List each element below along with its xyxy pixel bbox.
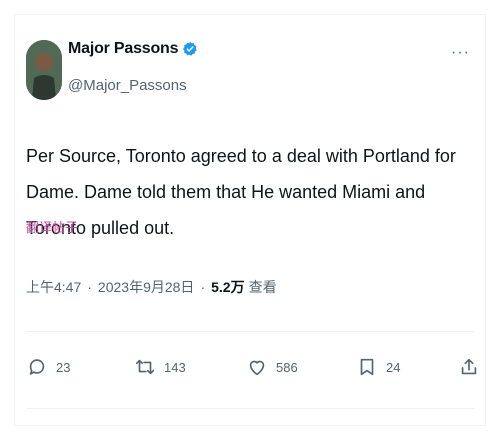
retweet-button[interactable]: 143 [134,356,186,378]
tweet-date[interactable]: 2023年9月28日 [98,277,195,297]
share-icon [461,358,477,375]
meta-separator: · [200,279,206,295]
tweet-meta: 上午4:47 · 2023年9月28日 · 5.2万 查看 [26,277,277,297]
share-button[interactable] [458,356,480,378]
avatar[interactable] [26,40,62,100]
bookmark-count: 24 [386,359,401,375]
action-bar: 23 143 586 24 [26,356,486,380]
tweet-time[interactable]: 上午4:47 [26,277,81,297]
reply-icon [29,359,45,375]
bookmark-icon [360,358,374,376]
bookmark-button[interactable]: 24 [356,356,400,378]
reply-button[interactable]: 23 [26,356,70,378]
views-count: 5.2万 [211,279,245,295]
verified-badge-icon [183,42,198,56]
divider [26,408,474,409]
author-handle[interactable]: @Major_Passons [68,77,187,94]
retweet-icon [135,359,155,375]
more-options-icon[interactable]: ··· [451,44,470,62]
tweet-text: Per Source, Toronto agreed to a deal wit… [26,146,456,238]
heart-icon [249,360,265,376]
divider [26,331,474,332]
meta-separator: · [87,279,92,295]
retweet-count: 143 [164,359,186,375]
translate-link[interactable]: 翻译帖子 [26,217,78,236]
like-count: 586 [276,359,298,375]
like-button[interactable]: 586 [246,356,298,378]
reply-count: 23 [56,359,71,375]
avatar-image [26,40,62,100]
author-name[interactable]: Major Passons [68,40,179,58]
author-name-row[interactable]: Major Passons [68,40,198,58]
views-label: 查看 [248,279,277,295]
